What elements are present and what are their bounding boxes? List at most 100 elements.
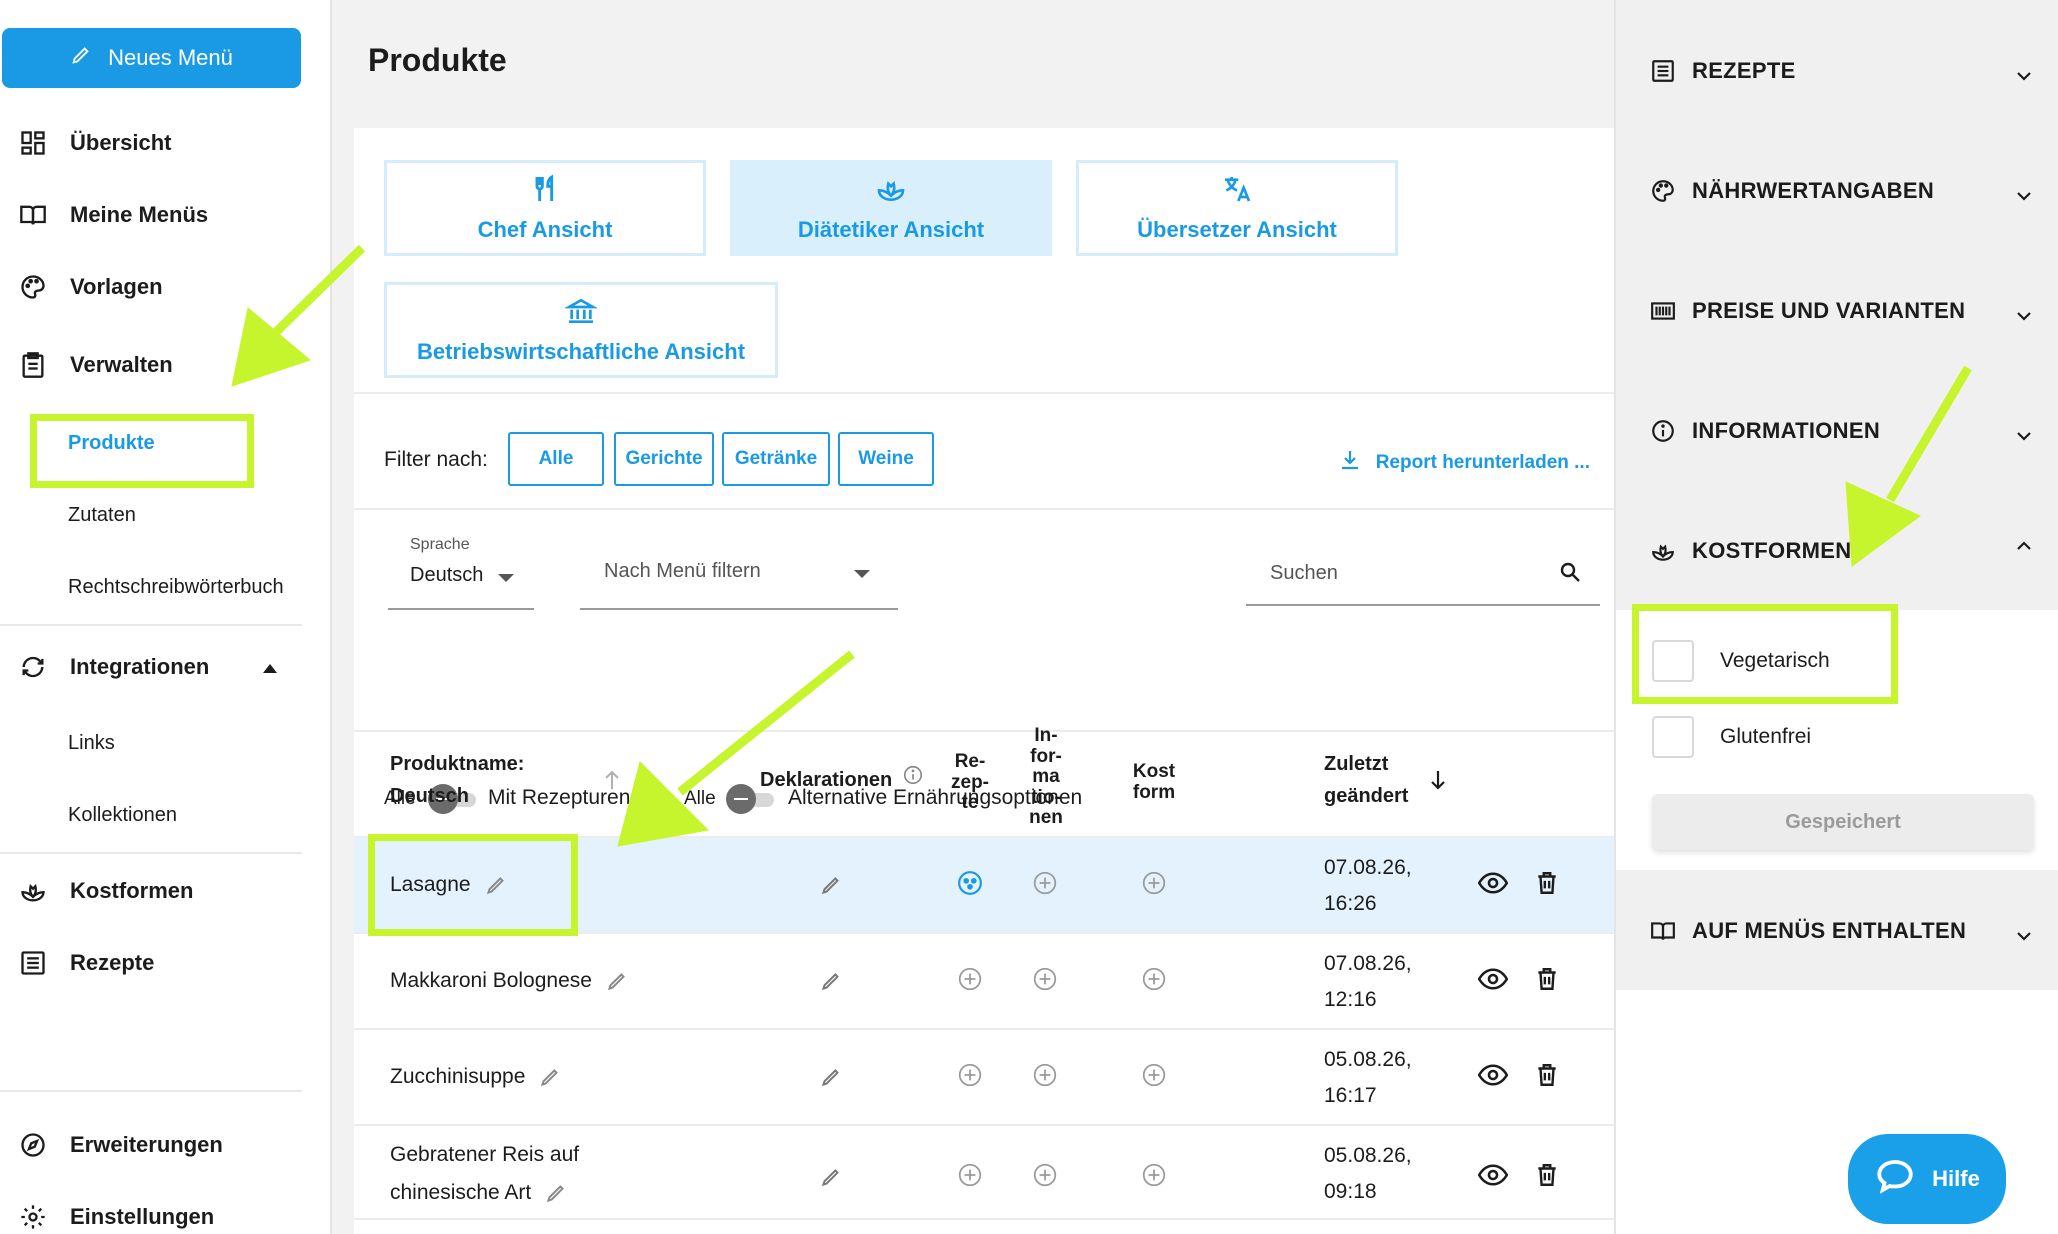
nav-diets[interactable]: Kostformen — [18, 876, 193, 906]
product-name-cell: Makkaroni Bolognese — [390, 962, 630, 1000]
column-header-line: form — [1132, 781, 1176, 803]
column-header-line: for- — [1030, 745, 1062, 767]
saved-button[interactable]: Gespeichert — [1652, 794, 2034, 850]
language-select[interactable]: Deutsch — [388, 558, 534, 610]
trash-icon[interactable] — [1534, 870, 1560, 896]
products-card: Chef Ansicht Diätetiker Ansicht Übersetz… — [354, 128, 1614, 1234]
trash-icon[interactable] — [1534, 1162, 1560, 1188]
add-circle-icon[interactable] — [1032, 966, 1058, 992]
add-circle-icon[interactable] — [957, 1162, 983, 1188]
barcode-icon — [1650, 298, 1676, 324]
nav-overview[interactable]: Übersicht — [18, 128, 171, 158]
menu-filter-placeholder: Nach Menü filtern — [604, 560, 761, 582]
product-name[interactable]: chinesische Art — [390, 1174, 531, 1212]
help-button[interactable]: Hilfe — [1848, 1134, 2006, 1224]
add-circle-icon[interactable] — [1141, 966, 1167, 992]
sidebar-divider — [0, 624, 302, 626]
product-name[interactable]: Gebratener Reis auf — [390, 1136, 579, 1174]
sort-down-icon[interactable] — [1428, 768, 1448, 792]
nav-settings-label: Einstellungen — [70, 1204, 215, 1229]
list-icon — [1650, 58, 1676, 84]
section-prices[interactable]: PREISE UND VARIANTEN — [1616, 240, 2058, 360]
language-value: Deutsch — [410, 564, 484, 586]
section-diets[interactable]: KOSTFORMEN — [1616, 480, 2058, 610]
nav-integrations[interactable]: Integrationen — [18, 652, 209, 682]
eye-icon[interactable] — [1478, 1062, 1508, 1088]
business-view-button[interactable]: Betriebswirtschaftliche Ansicht — [384, 282, 778, 378]
new-menu-button[interactable]: Neues Menü — [2, 28, 301, 88]
modified-cell: 07.08.26, 12:16 — [1324, 946, 1412, 1018]
product-name[interactable]: Zucchinisuppe — [390, 1058, 525, 1096]
chevron-up-icon — [2014, 536, 2034, 556]
filter-wines-chip[interactable]: Weine — [838, 432, 934, 486]
filter-all-chip[interactable]: Alle — [508, 432, 604, 486]
caret-up-icon[interactable] — [263, 664, 277, 673]
modified-cell: 07.08.26, 16:26 — [1324, 850, 1412, 922]
trash-icon[interactable] — [1534, 966, 1560, 992]
section-on-menus[interactable]: AUF MENÜS ENTHALTEN — [1616, 870, 2058, 990]
table-row[interactable]: Zucchinisuppe 05.08.26, 16:17 — [354, 1028, 1614, 1124]
sub-item-ingredients[interactable]: Zutaten — [68, 504, 136, 527]
pencil-icon[interactable] — [543, 1180, 569, 1206]
add-circle-icon[interactable] — [1032, 1062, 1058, 1088]
add-circle-icon[interactable] — [1141, 870, 1167, 896]
palette-icon — [18, 272, 48, 302]
table-row[interactable]: Gebratener Reis auf chinesische Art 05.0… — [354, 1124, 1614, 1220]
eye-icon[interactable] — [1478, 870, 1508, 896]
add-circle-icon[interactable] — [1141, 1162, 1167, 1188]
divider — [354, 730, 1614, 732]
column-header-diet: Kost form — [1124, 761, 1184, 803]
modified-time: 16:17 — [1324, 1084, 1377, 1107]
product-name[interactable]: Makkaroni Bolognese — [390, 962, 592, 1000]
section-nutrition[interactable]: NÄHRWERTANGABEN — [1616, 120, 2058, 240]
filter-dishes-chip[interactable]: Gerichte — [614, 432, 714, 486]
eye-icon[interactable] — [1478, 1162, 1508, 1188]
translator-view-button[interactable]: Übersetzer Ansicht — [1076, 160, 1398, 256]
sub-item-links[interactable]: Links — [68, 732, 115, 755]
nav-templates[interactable]: Vorlagen — [18, 272, 163, 302]
chef-view-button[interactable]: Chef Ansicht — [384, 160, 706, 256]
sort-up-icon[interactable] — [602, 768, 622, 792]
menu-filter-select[interactable]: Nach Menü filtern — [580, 534, 898, 610]
column-header-modified[interactable]: Zuletzt geändert — [1324, 748, 1408, 812]
pencil-icon[interactable] — [537, 1064, 563, 1090]
recipe-set-icon[interactable] — [957, 870, 983, 896]
pencil-icon[interactable] — [818, 1064, 844, 1090]
add-circle-icon[interactable] — [957, 966, 983, 992]
eye-icon[interactable] — [1478, 966, 1508, 992]
sub-item-dictionary[interactable]: Rechtschreibwörterbuch — [68, 576, 284, 599]
nav-extensions[interactable]: Erweiterungen — [18, 1130, 223, 1160]
add-circle-icon[interactable] — [1032, 1162, 1058, 1188]
section-recipes[interactable]: REZEPTE — [1616, 0, 2058, 120]
sidebar-divider — [0, 852, 302, 854]
search-input[interactable]: Suchen — [1246, 534, 1600, 606]
trash-icon[interactable] — [1534, 1062, 1560, 1088]
add-circle-icon[interactable] — [957, 1062, 983, 1088]
diet-glutenfree-checkbox[interactable]: Glutenfrei — [1652, 716, 1811, 758]
pencil-icon[interactable] — [604, 968, 630, 994]
dietitian-view-button[interactable]: Diätetiker Ansicht — [730, 160, 1052, 256]
table-row[interactable]: Makkaroni Bolognese 07.08.26, 12:16 — [354, 932, 1614, 1028]
filter-drinks-chip[interactable]: Getränke — [722, 432, 830, 486]
sub-item-collections[interactable]: Kollektionen — [68, 804, 177, 827]
section-information[interactable]: INFORMATIONEN — [1616, 360, 2058, 480]
pencil-icon[interactable] — [818, 968, 844, 994]
help-label: Hilfe — [1932, 1166, 1980, 1191]
nav-extensions-label: Erweiterungen — [70, 1132, 223, 1157]
pencil-icon[interactable] — [818, 872, 844, 898]
add-circle-icon[interactable] — [1032, 870, 1058, 896]
pencil-icon[interactable] — [818, 1164, 844, 1190]
download-report-link[interactable]: Report herunterladen ... — [1338, 448, 1590, 478]
column-header-line: Zuletzt — [1324, 753, 1389, 775]
section-on-menus-title: AUF MENÜS ENTHALTEN — [1692, 918, 1967, 943]
diet-glutenfree-label: Glutenfrei — [1720, 725, 1812, 748]
nav-manage[interactable]: Verwalten — [18, 350, 173, 380]
info-icon[interactable] — [902, 764, 924, 796]
checkbox[interactable] — [1652, 716, 1694, 758]
nav-settings[interactable]: Einstellungen — [18, 1202, 214, 1232]
chevron-down-icon — [854, 570, 870, 578]
nav-my-menus[interactable]: Meine Menüs — [18, 200, 208, 230]
add-circle-icon[interactable] — [1141, 1062, 1167, 1088]
nav-recipes[interactable]: Rezepte — [18, 948, 154, 978]
column-header-name[interactable]: Produktname: Deutsch — [390, 748, 524, 812]
